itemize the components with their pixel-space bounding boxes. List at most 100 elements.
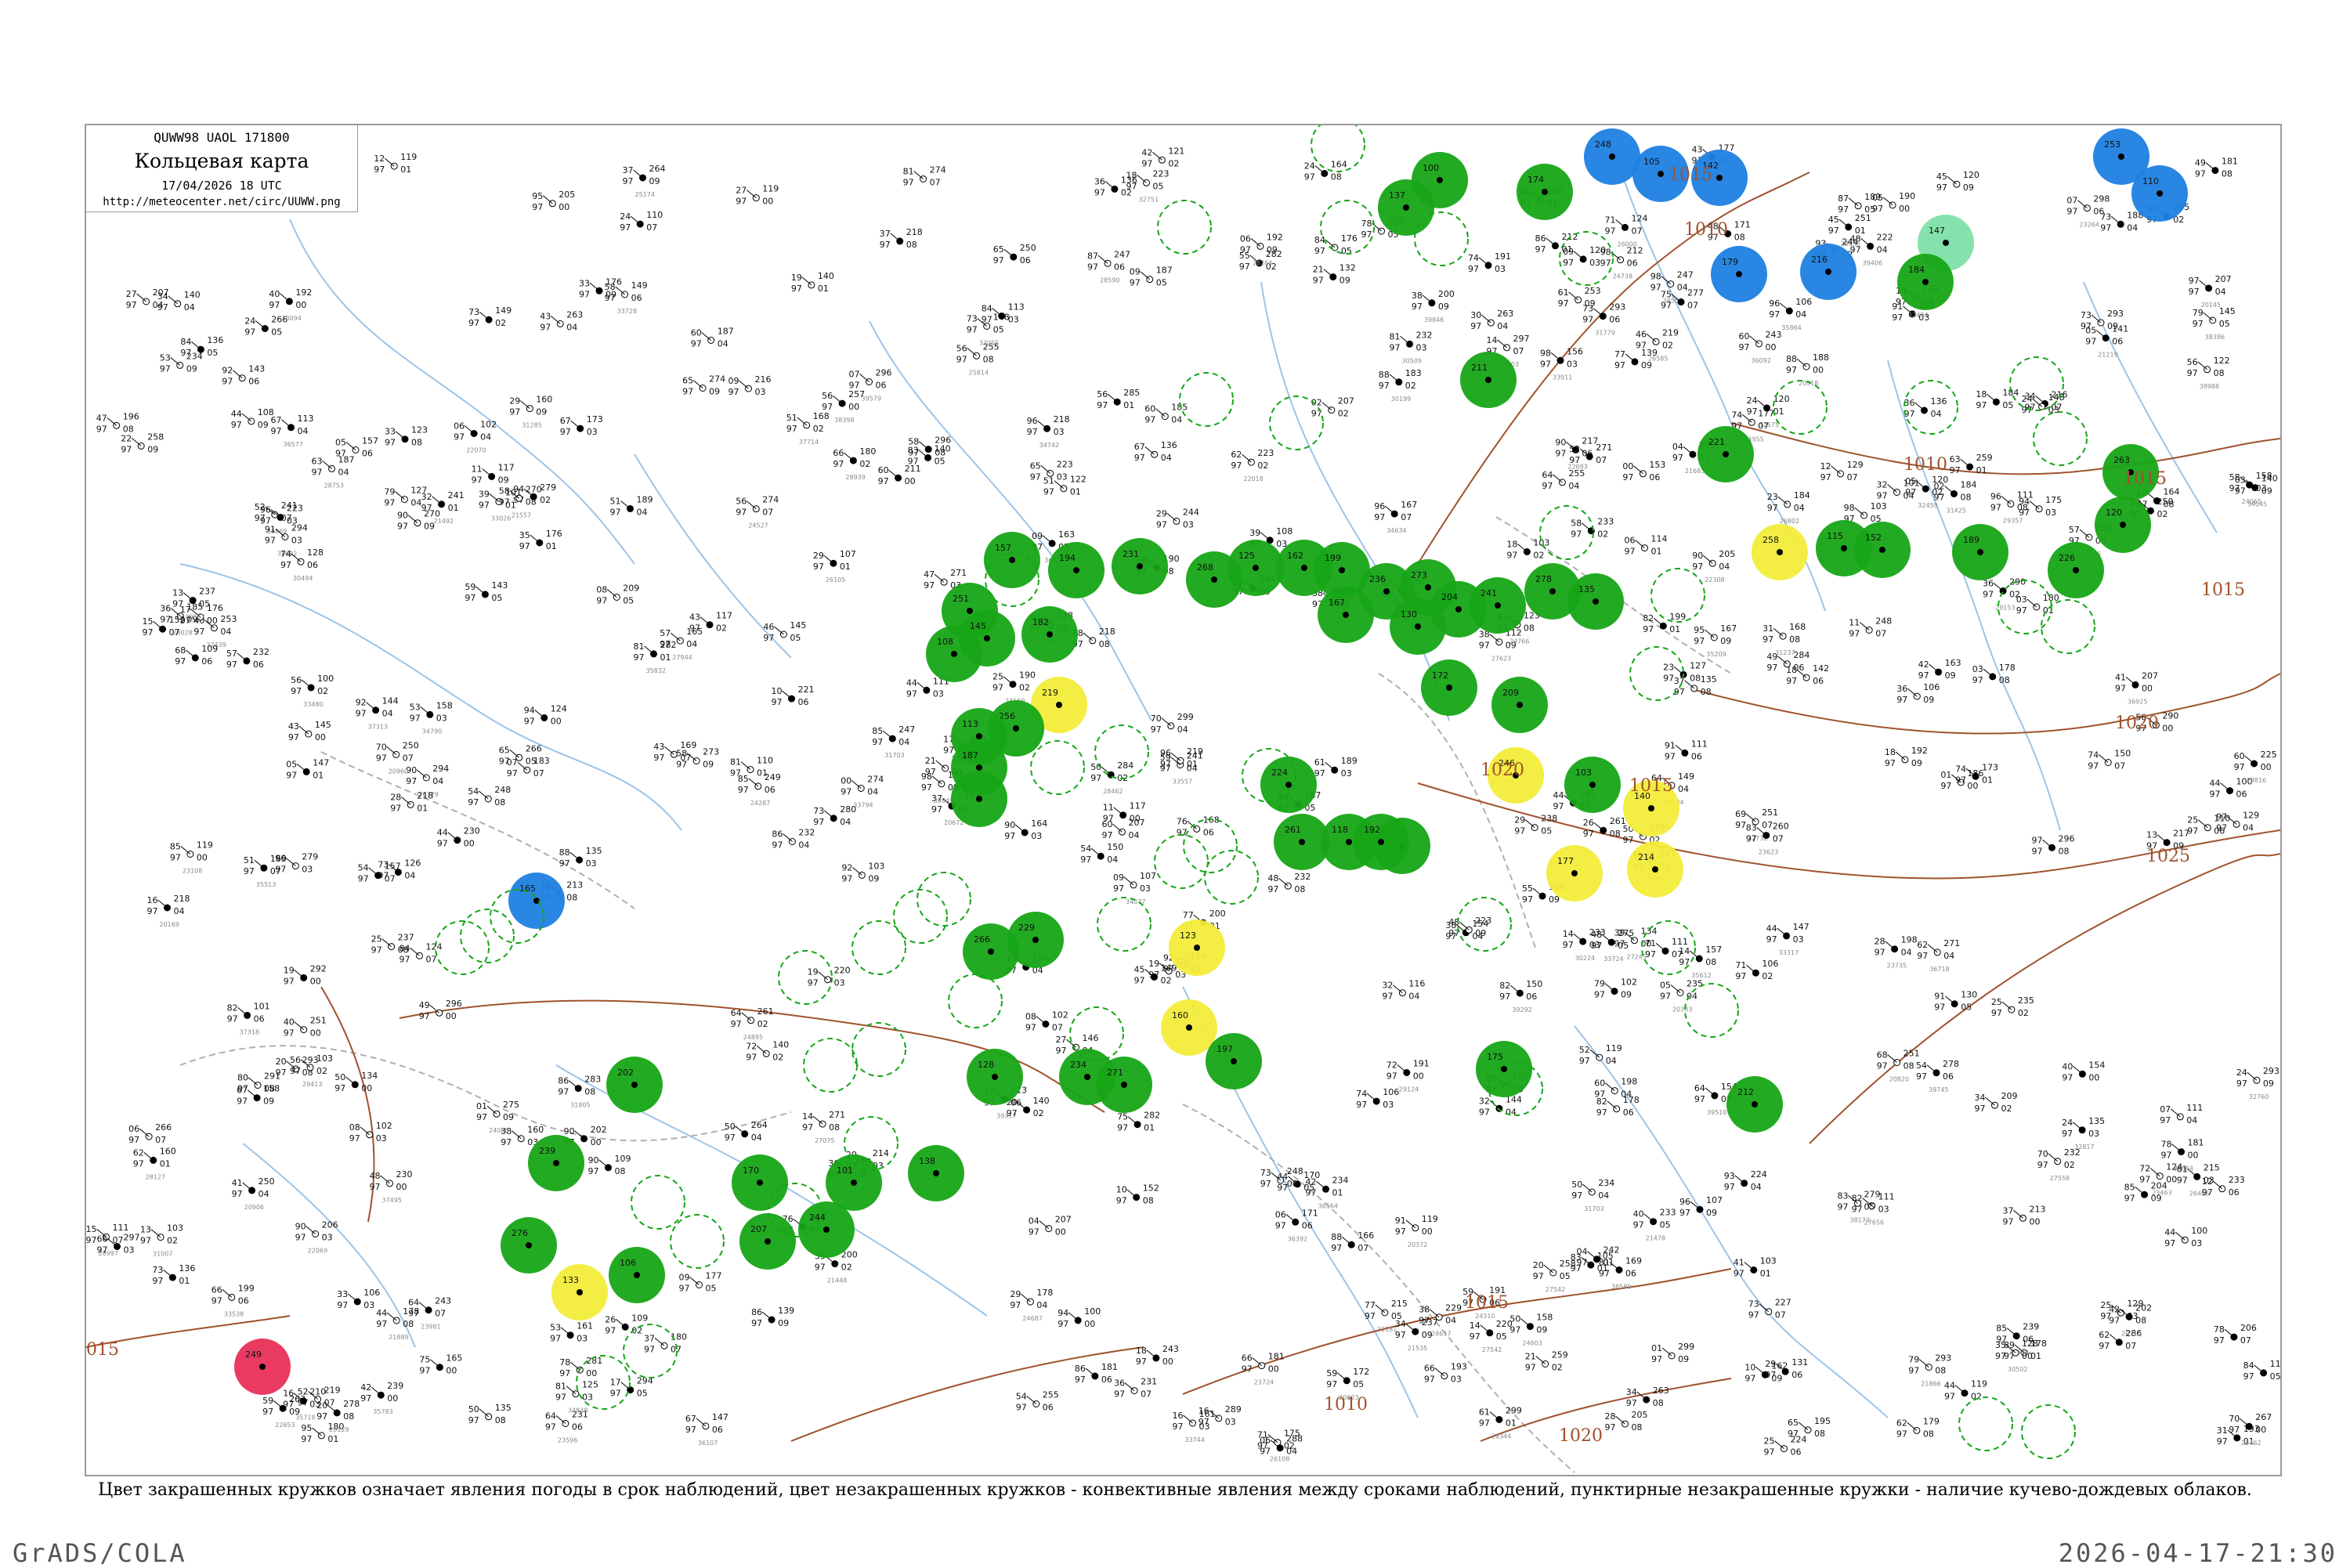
station-temperature: 40 [269, 289, 280, 299]
station-tendency: 02 [1932, 487, 1943, 497]
station-pressure: 122 [1070, 475, 1086, 485]
station-pressure: 263 [1497, 309, 1513, 319]
wind-barb-icon [1036, 1016, 1047, 1024]
station-pressure: 136 [1931, 396, 1947, 406]
wind-barb-icon [1573, 251, 1584, 260]
station-dewpoint: 97 [956, 354, 967, 364]
station-pressure: 139 [778, 1306, 794, 1316]
station-dewpoint: 97 [1934, 1003, 1945, 1013]
station-pressure: 264 [751, 1120, 768, 1130]
station-pressure: 193 [1451, 1362, 1467, 1372]
station-pressure: 111 [2017, 490, 2034, 500]
station-tendency: 06 [1526, 992, 1537, 1002]
wind-barb-icon [888, 469, 898, 479]
wind-barb-icon [1144, 446, 1155, 455]
wind-barb-icon [1187, 821, 1198, 829]
station-dewpoint: 97 [993, 255, 1004, 266]
wind-barb-icon [1278, 877, 1289, 887]
station-pressure: 271 [1596, 443, 1612, 453]
station-tendency: 07 [1775, 1310, 1786, 1321]
station-pressure: 102 [376, 1121, 392, 1131]
station-pressure: 191 [1413, 1059, 1430, 1069]
station-pressure: 274 [930, 165, 946, 175]
station-pressure: 169 [1625, 1256, 1642, 1266]
wind-barb-icon [479, 311, 490, 320]
station-pressure: 149 [495, 305, 512, 316]
station-pressure: 181 [1101, 1362, 1118, 1372]
station-dewpoint: 97 [1558, 298, 1569, 309]
station-pressure: 249 [765, 772, 781, 782]
station-dewpoint: 97 [1177, 827, 1188, 837]
station-pressure: 187 [718, 327, 734, 337]
station-tendency: 05 [1660, 1220, 1671, 1230]
station-pressure: 144 [382, 696, 399, 706]
station-tendency: 07 [169, 627, 180, 638]
station-tendency: 05 [1341, 246, 1352, 256]
station-tendency: 08 [2135, 1315, 2146, 1325]
station-pressure: 181 [1268, 1352, 1285, 1362]
station-temperature: 04 [1029, 1216, 1039, 1227]
wind-barb-icon [2147, 493, 2157, 501]
station-pressure: 276 [512, 1228, 528, 1238]
weather-circle: 145 [959, 610, 1015, 667]
station-tendency: 03 [287, 516, 298, 526]
station-pressure: 136 [179, 1263, 195, 1274]
station-tendency: 06 [1793, 663, 1804, 673]
station-temperature: 46 [763, 622, 774, 632]
station-dewpoint: 97 [1136, 1357, 1147, 1367]
station-name: 28462 [1103, 788, 1123, 795]
station-marker-icon [1879, 547, 1885, 553]
station-temperature: 90 [564, 1126, 575, 1136]
station-tendency: 05 [623, 596, 634, 606]
station-temperature: 19 [284, 965, 295, 975]
station-name: 38988 [2200, 383, 2219, 390]
wind-barb-icon [1607, 1100, 1618, 1110]
station-name: 23735 [1887, 963, 1907, 970]
station-pressure: 100 [2191, 1226, 2207, 1236]
station-pressure: 103 [1871, 501, 1887, 511]
weather-map: 1788997011249297032442997031841897051343… [86, 125, 2280, 1473]
station-tendency: 04 [220, 627, 231, 637]
wind-barb-icon [1882, 197, 1893, 206]
station-temperature: 34 [1626, 1387, 1637, 1397]
station-plot: 1163297 04 [1382, 979, 1425, 1002]
wind-barb-icon [2175, 1231, 2186, 1241]
station-pressure: 136 [1161, 440, 1177, 450]
station-marker-icon [1013, 725, 1019, 732]
station-tendency: 03 [587, 427, 598, 437]
wind-barb-icon [1323, 269, 1334, 277]
station-pressure: 199 [1325, 553, 1341, 563]
station-dewpoint: 97 [1735, 820, 1746, 830]
station-dewpoint: 97 [286, 770, 297, 780]
station-temperature: 53 [410, 702, 421, 712]
station-temperature: 42 [1918, 659, 1929, 670]
wind-barb-icon [783, 833, 793, 842]
station-marker-icon [1652, 866, 1658, 873]
isobar-line [320, 986, 375, 1223]
station-pressure: 114 [1651, 534, 1668, 544]
isobar-line [790, 1346, 1144, 1442]
station-pressure: 135 [2088, 1116, 2105, 1126]
source-url[interactable]: http://meteocenter.net/circ/UUWW.png [86, 196, 357, 208]
station-dewpoint: 97 [275, 865, 286, 875]
station-plot: 1685197 0237714 [786, 411, 830, 446]
station-pressure: 176 [1341, 233, 1358, 244]
station-tendency: 04 [1621, 1089, 1632, 1100]
station-tendency: 07 [435, 1309, 446, 1319]
station-pressure: 223 [1257, 448, 1274, 458]
station-dewpoint: 97 [1479, 1418, 1490, 1429]
station-pressure: 264 [649, 164, 666, 174]
station-temperature: 63 [1950, 454, 1961, 464]
station-plot: 1345097 00 [334, 1071, 378, 1093]
station-name: 20672 [944, 819, 964, 826]
wind-barb-icon [1325, 239, 1336, 248]
cumulonimbus-circle [460, 909, 515, 963]
weather-circle: 135 [1567, 573, 1624, 630]
station-pressure: 154 [2088, 1060, 2105, 1070]
wind-barb-icon [633, 169, 643, 179]
wind-barb-icon [823, 555, 834, 564]
river-line [869, 320, 1152, 721]
station-plot: 1896197 03 [1314, 756, 1358, 779]
station-tendency: 00 [762, 197, 773, 207]
station-plot: 1407297 02 [746, 1039, 789, 1062]
